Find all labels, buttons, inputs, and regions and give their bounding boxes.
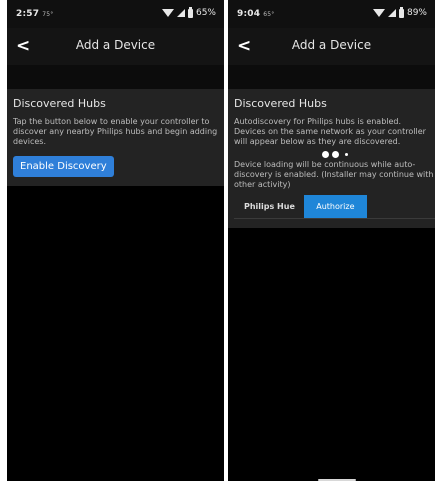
discovered-hubs-card: Discovered Hubs Autodiscovery for Philip… (228, 89, 435, 228)
left-screen: 2:57 75° 65% < Add a Device Discovered Hu… (7, 0, 224, 481)
status-temperature: 75° (42, 11, 54, 18)
authorize-button[interactable]: Authorize (303, 195, 367, 218)
right-screen: 9:04 65° 89% < Add a Device Discovered Hu… (228, 0, 435, 481)
battery-level: 65% (195, 8, 216, 18)
app-header: < Add a Device (7, 28, 224, 65)
status-time: 2:57 75° (16, 9, 54, 19)
header-spacer (7, 65, 224, 89)
wifi-icon (372, 9, 385, 17)
signal-icon (176, 9, 185, 17)
status-time: 9:04 65° (237, 9, 275, 19)
battery-level: 89% (406, 8, 427, 18)
card-title: Discovered Hubs (13, 97, 106, 110)
loading-dot (344, 153, 348, 156)
loading-dots-icon (234, 151, 435, 158)
signal-icon (387, 9, 396, 17)
card-description: Autodiscovery for Philips hubs is enable… (234, 117, 426, 146)
loading-notice: Device loading will be continuous while … (234, 160, 434, 189)
loading-dot (331, 151, 339, 158)
hub-name: Philips Hue (244, 202, 295, 211)
header-spacer (228, 65, 435, 89)
card-title: Discovered Hubs (234, 97, 327, 110)
card-description: Tap the button below to enable your cont… (13, 117, 218, 146)
status-bar: 9:04 65° 89% (228, 0, 435, 28)
status-icons: 89% (372, 6, 427, 18)
wifi-icon (161, 9, 174, 17)
status-temperature: 65° (263, 11, 275, 18)
loading-dot (321, 151, 329, 158)
app-header: < Add a Device (228, 28, 435, 65)
discovered-hubs-card: Discovered Hubs Tap the button below to … (7, 89, 224, 186)
enable-discovery-button[interactable]: Enable Discovery (13, 156, 114, 177)
battery-icon (398, 6, 404, 18)
hub-row: Philips Hue Authorize (234, 195, 435, 219)
status-bar: 2:57 75° 65% (7, 0, 224, 28)
page-title: Add a Device (75, 38, 156, 52)
battery-icon (187, 6, 193, 18)
status-icons: 65% (161, 6, 216, 18)
page-title: Add a Device (291, 38, 372, 52)
